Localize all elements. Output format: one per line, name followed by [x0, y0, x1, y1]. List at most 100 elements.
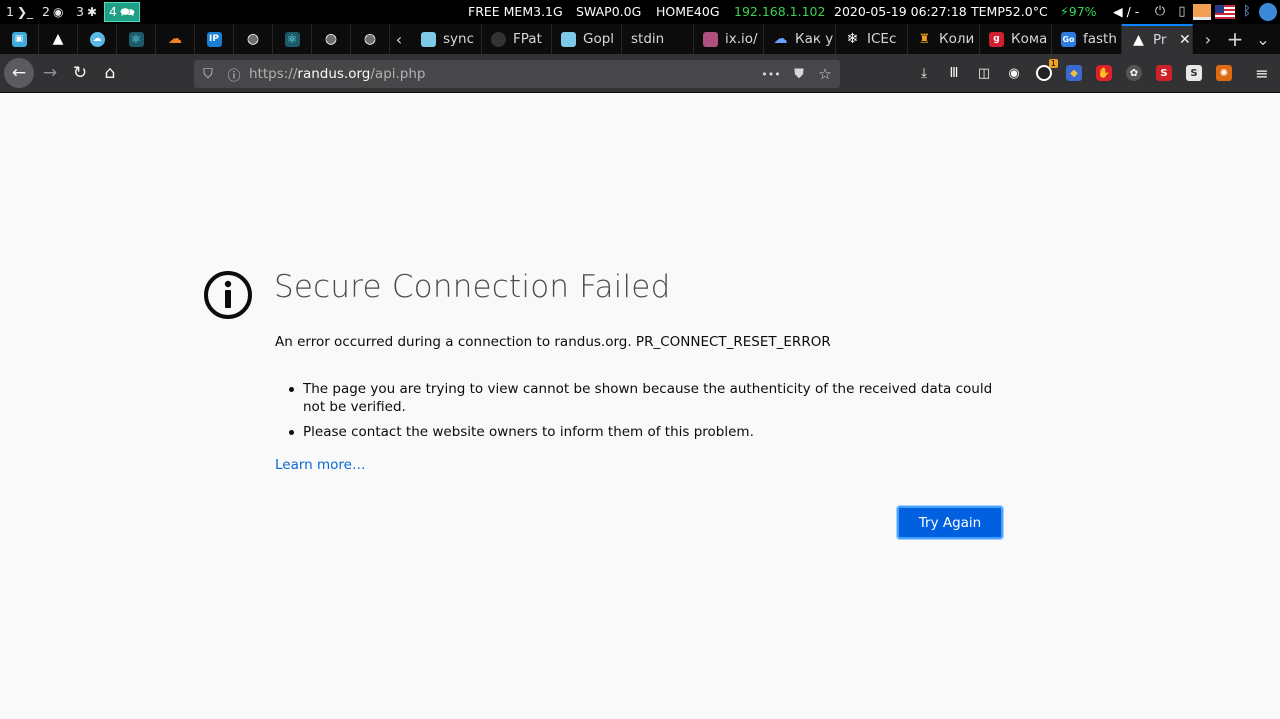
page-title: Secure Connection Failed: [274, 269, 671, 305]
tab-title: Кома: [1011, 31, 1048, 47]
workspace-4[interactable]: 4 🗪: [104, 2, 140, 22]
red-g-icon: g: [989, 31, 1004, 47]
list-all-tabs-button[interactable]: ⌄: [1250, 24, 1276, 54]
tab-ixio[interactable]: ix.io/: [694, 24, 764, 54]
url-bar[interactable]: ⛉ ⓘ https://randus.org/api.php ••• ⛊ ☆: [194, 60, 840, 88]
atom-icon: ⚛: [128, 31, 144, 47]
sidebar-icon[interactable]: ◫: [974, 63, 994, 83]
s-white-extension-icon[interactable]: S: [1184, 63, 1204, 83]
globe-icon: ◍: [363, 31, 377, 47]
box-icon: [421, 31, 436, 47]
home-disk: HOME40G: [656, 4, 720, 19]
arrow-left-icon: ←: [11, 63, 27, 83]
close-tab-icon[interactable]: ✕: [1179, 32, 1191, 48]
url-path: /api.php: [370, 66, 426, 82]
tab-fpat[interactable]: FPat: [482, 24, 552, 54]
terminal-icon: ❯_: [16, 5, 34, 19]
privacy-extension-icon[interactable]: ✿: [1124, 63, 1144, 83]
tab-title: ix.io/: [725, 31, 758, 47]
home-button[interactable]: ⌂: [96, 59, 124, 87]
messenger-tray-icon[interactable]: [1259, 3, 1277, 21]
url-text[interactable]: https://randus.org/api.php: [249, 60, 426, 88]
navigation-toolbar: ← → ↻ ⌂ ⛉ ⓘ https://randus.org/api.php •…: [0, 54, 1280, 93]
cloud-icon: ☁: [89, 31, 105, 47]
phone-icon[interactable]: ▯: [1173, 3, 1191, 21]
pinned-tab[interactable]: ▲: [39, 24, 78, 54]
tab-fasth[interactable]: Go fasth: [1052, 24, 1122, 54]
tab-koma[interactable]: g Кома: [980, 24, 1052, 54]
ip-icon: IP: [206, 31, 222, 47]
volume-status[interactable]: ◀ / -: [1113, 0, 1139, 24]
warning-icon: ▲: [52, 31, 64, 47]
list-item: Please contact the website owners to inf…: [275, 423, 995, 441]
pinned-tab[interactable]: ▣: [0, 24, 39, 54]
ip-address: 192.168.1.102: [734, 4, 826, 19]
free-memory: FREE MEM3.1G: [468, 4, 563, 19]
tab-title: fasth: [1083, 31, 1117, 47]
pinned-tab[interactable]: ◍: [312, 24, 351, 54]
cpu-temperature: TEMP52.0°C: [971, 4, 1048, 19]
us-flag-icon[interactable]: [1215, 3, 1235, 21]
tab-gopl[interactable]: Gopl: [552, 24, 622, 54]
system-status-bar: 1 ❯_ 2 ◉ 3 ✱ 4 🗪 FREE MEM3.1G SWAP0.0G HOME4…: [0, 0, 1280, 24]
tab-kak[interactable]: ☁ Как у: [764, 24, 836, 54]
pinned-tab[interactable]: IP: [195, 24, 234, 54]
tabs-scroll-right-button[interactable]: ›: [1195, 24, 1221, 54]
workspace-3[interactable]: 3 ✱: [72, 2, 102, 22]
bluetooth-icon[interactable]: ᛒ: [1238, 3, 1256, 21]
download-icon[interactable]: ⤓: [914, 63, 934, 83]
pinned-tab[interactable]: ◍: [234, 24, 273, 54]
tab-title: sync: [443, 31, 475, 47]
reload-button[interactable]: ↻: [66, 59, 94, 87]
notes-tray-icon[interactable]: [1193, 3, 1211, 21]
try-again-button[interactable]: Try Again: [897, 506, 1003, 539]
settings-extension-icon[interactable]: ✺: [1214, 63, 1234, 83]
reload-icon: ↻: [72, 63, 88, 83]
pocket-icon[interactable]: ⛊: [790, 65, 808, 83]
chat-icon: 🗪: [119, 5, 135, 19]
forward-button[interactable]: →: [36, 59, 64, 87]
pinned-tab[interactable]: ◍: [351, 24, 390, 54]
tab-sync[interactable]: sync: [412, 24, 482, 54]
pinned-tab[interactable]: ☁: [78, 24, 117, 54]
extension-badge-icon[interactable]: 1: [1034, 59, 1058, 83]
workspace-number: 3: [76, 4, 84, 19]
cloud-icon: ☁: [773, 31, 788, 47]
library-icon[interactable]: Ⅲ: [944, 63, 964, 83]
pinned-tab[interactable]: ☁: [156, 24, 195, 54]
warning-icon: ▲: [1133, 32, 1144, 48]
workspace-number: 2: [42, 4, 50, 19]
pinned-tab[interactable]: ⚛: [273, 24, 312, 54]
tab-icec[interactable]: ❄ ICEc: [836, 24, 908, 54]
extension-icon[interactable]: ◆: [1064, 63, 1084, 83]
workspace-1[interactable]: 1 ❯_: [2, 2, 36, 22]
tabs-scroll-left-button[interactable]: ‹: [386, 24, 412, 54]
tab-title: stdin: [631, 31, 665, 47]
cloudflare-icon: ☁: [168, 31, 182, 47]
url-protocol: https://: [249, 66, 298, 82]
site-info-icon[interactable]: ⓘ: [225, 65, 243, 84]
tab-active-error[interactable]: ▲ Pr ✕: [1122, 24, 1193, 54]
new-tab-button[interactable]: +: [1222, 24, 1248, 54]
adblock-icon[interactable]: ✋: [1094, 63, 1114, 83]
learn-more-link[interactable]: Learn more…: [275, 457, 366, 473]
pinned-tab[interactable]: ⚛: [117, 24, 156, 54]
power-icon[interactable]: ⏻: [1151, 3, 1169, 21]
bookmark-star-icon[interactable]: ☆: [816, 65, 834, 83]
account-icon[interactable]: ◉: [1004, 63, 1024, 83]
globe-icon: ◍: [246, 31, 260, 47]
back-button[interactable]: ←: [4, 58, 34, 88]
extension-badge-count: 1: [1048, 59, 1058, 68]
s-extension-icon[interactable]: S: [1154, 63, 1174, 83]
workspace-number: 1: [6, 4, 14, 19]
page-actions-button[interactable]: •••: [761, 65, 780, 83]
tab-koli[interactable]: ♜ Коли: [908, 24, 980, 54]
tracking-shield-icon[interactable]: ⛉: [199, 65, 217, 83]
box-icon: [561, 31, 576, 47]
error-description: An error occurred during a connection to…: [275, 334, 831, 350]
hamburger-menu-icon[interactable]: ≡: [1252, 63, 1272, 83]
tab-stdin[interactable]: stdin: [622, 24, 694, 54]
workspace-2[interactable]: 2 ◉: [38, 2, 70, 22]
tab-title: Как у: [795, 31, 834, 47]
candle-icon: ♜: [918, 31, 931, 47]
